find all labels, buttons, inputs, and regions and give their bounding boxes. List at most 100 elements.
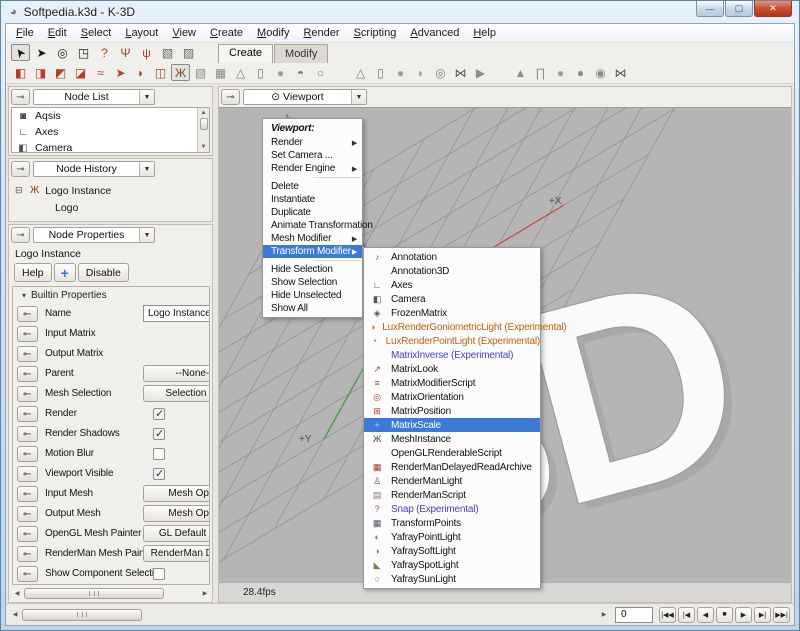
play-button[interactable]: ▶ bbox=[735, 606, 752, 623]
toolbar-separator[interactable] bbox=[491, 64, 510, 81]
mirror-tool-icon[interactable]: ◫ bbox=[151, 64, 170, 81]
submenu-item-luxrender-goniometric-light[interactable]: ◑ LuxRenderGoniometricLight (Experimenta… bbox=[364, 320, 567, 334]
move-tool-icon[interactable]: ➤ bbox=[32, 44, 51, 61]
plug-icon[interactable]: ⊸ bbox=[17, 326, 38, 343]
plug-icon[interactable]: ⊸ bbox=[17, 486, 38, 503]
quadric-hyperboloid-icon[interactable]: ⋈ bbox=[611, 64, 630, 81]
viewport-combo[interactable]: ⊙ Viewport ▼ bbox=[243, 89, 367, 106]
chevron-down-icon[interactable]: ▼ bbox=[351, 90, 366, 105]
node-aqsis[interactable]: ◙ Aqsis bbox=[12, 108, 209, 124]
plug-icon[interactable]: ⊸ bbox=[17, 406, 38, 423]
menu-item[interactable]: Help bbox=[466, 25, 503, 41]
edit-mesh-icon-4[interactable]: ◪ bbox=[71, 64, 90, 81]
tree-item-logo-instance[interactable]: ⊟ Ж Logo Instance bbox=[15, 182, 212, 199]
pin-icon[interactable]: ⊸ bbox=[11, 161, 30, 178]
edit-mesh-icon-2[interactable]: ◨ bbox=[31, 64, 50, 81]
help-button[interactable]: Help bbox=[14, 263, 52, 283]
menu-item[interactable]: Layout bbox=[118, 25, 165, 41]
toolbar-separator[interactable] bbox=[331, 64, 350, 81]
poly-sphere-icon[interactable]: ● bbox=[271, 64, 290, 81]
submenu-item-matrix-orientation[interactable]: ◎ MatrixOrientation bbox=[364, 390, 540, 404]
menu-item[interactable]: File bbox=[9, 25, 41, 41]
scroll-down-icon[interactable]: ▼ bbox=[201, 142, 207, 152]
quadric-torus-icon[interactable]: ◉ bbox=[591, 64, 610, 81]
submenu-item-renderman-delayed-read-archive[interactable]: ▦ RenderManDelayedReadArchive bbox=[364, 460, 540, 474]
timeline-scrollbar[interactable]: ◀ ▶ bbox=[10, 608, 609, 622]
edit-mesh-icon-3[interactable]: ◩ bbox=[51, 64, 70, 81]
disable-button[interactable]: Disable bbox=[77, 263, 129, 283]
edit-mesh-icon-1[interactable]: ◧ bbox=[11, 64, 30, 81]
menu-item-show-all[interactable]: Show All bbox=[263, 302, 362, 315]
cap-tool-icon[interactable]: ◗ bbox=[131, 64, 150, 81]
properties-scrollbar[interactable]: ◀ ▶ bbox=[12, 587, 210, 600]
node-list-scrollbar[interactable]: ▲ ▼ bbox=[197, 108, 209, 153]
submenu-item-opengl-renderable-script[interactable]: OpenGLRenderableScript bbox=[364, 446, 540, 460]
menu-item[interactable]: Advanced bbox=[403, 25, 466, 41]
menu-item-instantiate[interactable]: Instantiate bbox=[263, 193, 362, 206]
close-button[interactable]: ✕ bbox=[754, 1, 792, 17]
menu-item-mesh-modifier[interactable]: Mesh Modifier ▶ bbox=[263, 232, 362, 245]
menu-item-delete[interactable]: Delete bbox=[263, 180, 362, 193]
nurbs-hyperboloid-icon[interactable]: ⋈ bbox=[451, 64, 470, 81]
menu-item-hide-selection[interactable]: Hide Selection bbox=[263, 263, 362, 276]
scrollbar-thumb[interactable] bbox=[199, 118, 208, 131]
menu-item[interactable]: Scripting bbox=[347, 25, 404, 41]
scroll-up-icon[interactable]: ▲ bbox=[201, 108, 207, 118]
submenu-item-annotation[interactable]: ♪ Annotation bbox=[364, 250, 540, 264]
menu-item[interactable]: Render bbox=[296, 25, 346, 41]
scrollbar-thumb[interactable] bbox=[24, 588, 164, 600]
unparent-tool-icon[interactable]: ψ bbox=[137, 44, 156, 61]
menu-item-hide-unselected[interactable]: Hide Unselected bbox=[263, 289, 362, 302]
scroll-left-icon[interactable]: ◀ bbox=[10, 611, 20, 618]
submenu-item-renderman-light[interactable]: ♙ RenderManLight bbox=[364, 474, 540, 488]
previous-key-button[interactable]: |◀ bbox=[678, 606, 695, 623]
builtin-properties-section[interactable]: ▾ Builtin Properties bbox=[13, 287, 209, 304]
property-button[interactable]: Mesh Optio bbox=[143, 505, 209, 523]
property-button[interactable]: Mesh Optio bbox=[143, 485, 209, 503]
poly-cylinder-icon[interactable]: ▯ bbox=[251, 64, 270, 81]
submenu-item-camera[interactable]: ◧ Camera bbox=[364, 292, 540, 306]
curve-tool-icon[interactable]: ≈ bbox=[91, 64, 110, 81]
poly-torus-icon[interactable]: ◓ bbox=[291, 64, 310, 81]
go-to-start-button[interactable]: |◀◀ bbox=[659, 606, 676, 623]
tree-item-logo[interactable]: Logo bbox=[15, 199, 212, 216]
plug-icon[interactable]: ⊸ bbox=[17, 566, 38, 583]
scrollbar-thumb[interactable] bbox=[22, 608, 142, 621]
select-tool-icon[interactable]: ➤ bbox=[11, 44, 30, 62]
menu-item[interactable]: Modify bbox=[250, 25, 296, 41]
menu-item[interactable]: View bbox=[165, 25, 203, 41]
chevron-down-icon[interactable]: ▼ bbox=[139, 162, 154, 177]
submenu-item-yafray-point-light[interactable]: ◐ YafrayPointLight bbox=[364, 530, 540, 544]
minimize-button[interactable]: — bbox=[696, 1, 724, 17]
poly-disk-icon[interactable]: ○ bbox=[311, 64, 330, 81]
plug-icon[interactable]: ⊸ bbox=[17, 506, 38, 523]
plug-icon[interactable]: ⊸ bbox=[17, 446, 38, 463]
menu-item-show-selection[interactable]: Show Selection bbox=[263, 276, 362, 289]
nurbs-hemisphere-icon[interactable]: ◗ bbox=[411, 64, 430, 81]
submenu-item-matrix-position[interactable]: ⊞ MatrixPosition bbox=[364, 404, 540, 418]
pin-icon[interactable]: ⊸ bbox=[11, 89, 30, 106]
menu-item[interactable]: Create bbox=[203, 25, 250, 41]
plug-icon[interactable]: ⊸ bbox=[17, 346, 38, 363]
submenu-item-transform-points[interactable]: ▦ TransformPoints bbox=[364, 516, 540, 530]
instance-tool-icon[interactable]: Ж bbox=[171, 64, 190, 82]
render-preview-icon[interactable]: ▧ bbox=[158, 44, 177, 61]
context-menu-header[interactable]: Viewport: bbox=[263, 121, 362, 136]
quadric-sphere-icon[interactable]: ● bbox=[551, 64, 570, 81]
tab-create[interactable]: Create bbox=[218, 43, 274, 63]
nurbs-sphere-icon[interactable]: ● bbox=[391, 64, 410, 81]
plug-icon[interactable]: ⊸ bbox=[17, 526, 38, 543]
chevron-down-icon[interactable]: ▼ bbox=[139, 90, 154, 105]
next-key-button[interactable]: ▶| bbox=[754, 606, 771, 623]
menu-item-transform-modifier[interactable]: Transform Modifier ▶ bbox=[263, 245, 362, 258]
submenu-item-snap[interactable]: ? Snap (Experimental) bbox=[364, 502, 540, 516]
property-button[interactable]: RenderMan Default bbox=[143, 545, 209, 563]
render-frame-icon[interactable]: ▨ bbox=[179, 44, 198, 61]
submenu-item-matrix-modifier-script[interactable]: ≡ MatrixModifierScript bbox=[364, 376, 540, 390]
menu-item[interactable]: Select bbox=[74, 25, 119, 41]
scroll-right-icon[interactable]: ▶ bbox=[200, 590, 210, 597]
chevron-down-icon[interactable]: ▼ bbox=[139, 228, 154, 243]
pin-icon[interactable]: ⊸ bbox=[221, 89, 240, 106]
submenu-item-matrix-scale[interactable]: + MatrixScale bbox=[364, 418, 540, 432]
quadric-bicone-icon[interactable]: ∏ bbox=[531, 64, 550, 81]
